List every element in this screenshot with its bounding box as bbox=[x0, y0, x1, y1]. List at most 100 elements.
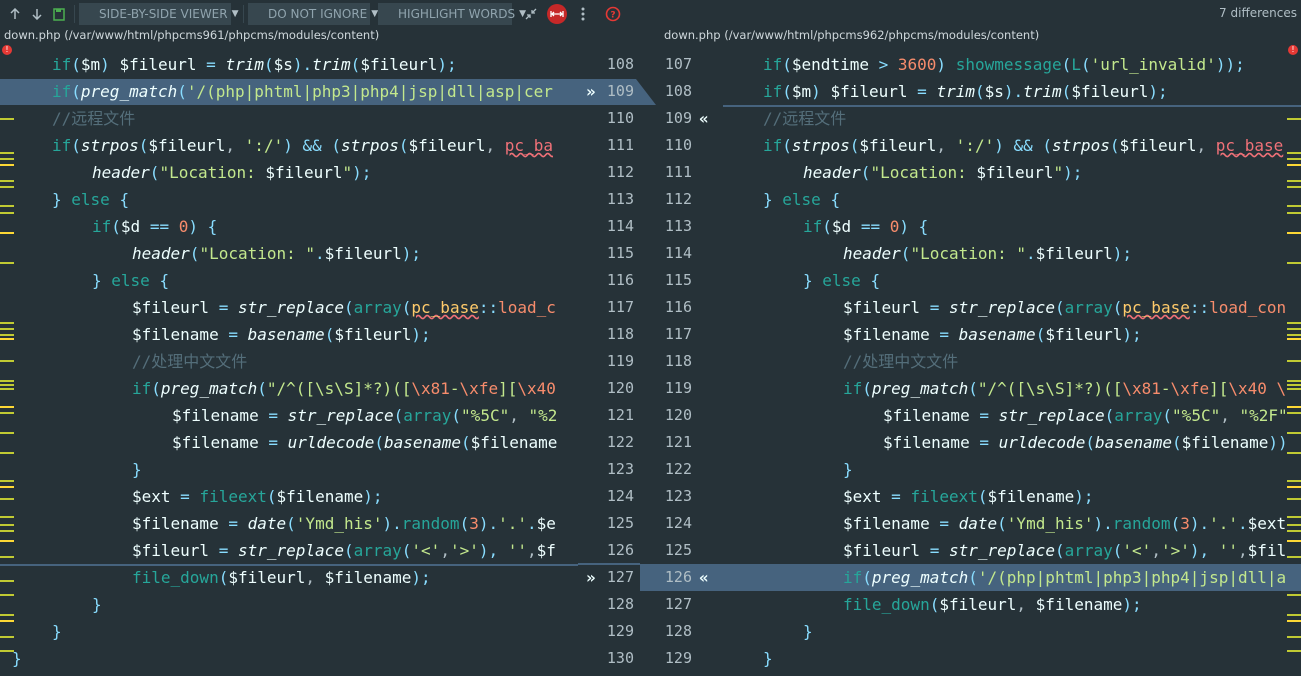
code-line: } bbox=[132, 460, 142, 479]
left-line-number: 129 bbox=[606, 622, 634, 640]
diff-gutter: » » « « 108 109 110 111 112 113 114 115 116 117 11… bbox=[578, 50, 723, 676]
code-line: } bbox=[52, 622, 62, 641]
next-difference-icon[interactable] bbox=[26, 3, 48, 25]
left-line-number: 109 bbox=[606, 82, 634, 100]
right-line-number: 110 bbox=[664, 136, 692, 154]
code-line: $fileurl = str_replace(array(pc_base::lo… bbox=[132, 298, 556, 317]
code-line: if($endtime > 3600) showmessage(L('url_i… bbox=[763, 55, 1245, 74]
code-line: $ext = fileext($filename); bbox=[132, 487, 383, 506]
code-line: } else { bbox=[803, 271, 881, 290]
code-line: if(strpos($fileurl, ':/') && (strpos($fi… bbox=[52, 136, 553, 155]
code-line: } bbox=[843, 460, 853, 479]
right-line-number: 128 bbox=[664, 622, 692, 640]
apply-change-left-icon[interactable]: « bbox=[699, 105, 709, 132]
code-line: $fileurl = str_replace(array(pc_base::lo… bbox=[843, 298, 1287, 317]
left-line-number: 108 bbox=[606, 55, 634, 73]
right-line-number: 115 bbox=[664, 271, 692, 289]
code-line: $fileurl = str_replace(array('<','>'), '… bbox=[843, 541, 1287, 560]
left-line-number: 115 bbox=[606, 244, 634, 262]
code-line: $filename = date('Ymd_his').random(3).'.… bbox=[843, 514, 1287, 533]
right-line-number: 119 bbox=[664, 379, 692, 397]
left-line-number: 130 bbox=[606, 649, 634, 667]
code-line: if($d == 0) { bbox=[803, 217, 929, 236]
code-line: if(preg_match('/(php|phtml|php3|php4|jsp… bbox=[843, 568, 1287, 587]
chevron-down-icon: ▼ bbox=[231, 9, 239, 19]
code-line: $filename = basename($fileurl); bbox=[843, 325, 1142, 344]
sync-scroll-icon[interactable] bbox=[546, 3, 568, 25]
left-line-number: 110 bbox=[606, 109, 634, 127]
code-line: } bbox=[12, 649, 22, 668]
left-line-number: 121 bbox=[606, 406, 634, 424]
toolbar-divider bbox=[243, 5, 244, 23]
right-line-number: 118 bbox=[664, 352, 692, 370]
help-icon[interactable]: ? bbox=[602, 3, 624, 25]
highlight-mode-label: HIGHLIGHT WORDS bbox=[398, 7, 516, 21]
left-line-number: 117 bbox=[606, 298, 634, 316]
apply-change-right-icon[interactable]: » bbox=[586, 564, 596, 591]
toolbar-divider bbox=[74, 5, 75, 23]
ignore-whitespace-dropdown[interactable]: DO NOT IGNORE ▼ bbox=[248, 3, 378, 25]
left-line-number: 111 bbox=[606, 136, 634, 154]
right-line-number: 117 bbox=[664, 325, 692, 343]
code-line: $fileurl = str_replace(array('<','>'), '… bbox=[132, 541, 556, 560]
code-line: //处理中文文件 bbox=[132, 352, 248, 371]
right-line-number: 112 bbox=[664, 190, 692, 208]
code-line: //远程文件 bbox=[52, 109, 136, 128]
apply-change-left-icon[interactable]: « bbox=[699, 564, 709, 591]
collapse-unchanged-icon[interactable] bbox=[520, 3, 542, 25]
code-line: header("Location: ".$fileurl); bbox=[843, 244, 1132, 263]
right-line-number: 127 bbox=[664, 595, 692, 613]
left-line-number: 126 bbox=[606, 541, 634, 559]
left-line-number: 116 bbox=[606, 271, 634, 289]
code-line: if(preg_match('/(php|phtml|php3|php4|jsp… bbox=[52, 82, 553, 101]
left-line-number: 125 bbox=[606, 514, 634, 532]
save-icon[interactable] bbox=[48, 3, 70, 25]
code-line: $filename = basename($fileurl); bbox=[132, 325, 431, 344]
right-line-number: 126 bbox=[664, 568, 692, 586]
left-line-number: 118 bbox=[606, 325, 634, 343]
right-line-number: 107 bbox=[664, 55, 692, 73]
code-line: $filename = date('Ymd_his').random(3).'.… bbox=[132, 514, 556, 533]
right-line-number: 113 bbox=[664, 217, 692, 235]
viewer-mode-dropdown[interactable]: SIDE-BY-SIDE VIEWER ▼ bbox=[79, 3, 239, 25]
code-line: header("Location: $fileurl"); bbox=[803, 163, 1083, 182]
left-line-number: 120 bbox=[606, 379, 634, 397]
code-line: //远程文件 bbox=[763, 109, 847, 128]
code-line: //处理中文文件 bbox=[843, 352, 959, 371]
left-line-number: 113 bbox=[606, 190, 634, 208]
right-line-number: 129 bbox=[664, 649, 692, 667]
code-line: $filename = urldecode(basename($filename bbox=[172, 433, 558, 452]
right-line-number: 109 bbox=[664, 109, 692, 127]
viewer-mode-label: SIDE-BY-SIDE VIEWER bbox=[99, 7, 228, 21]
right-line-number: 116 bbox=[664, 298, 692, 316]
more-options-icon[interactable] bbox=[572, 3, 594, 25]
left-line-number: 119 bbox=[606, 352, 634, 370]
code-line: $filename = str_replace(array("%5C", "%2 bbox=[172, 406, 558, 425]
left-code-pane[interactable]: if($m) $fileurl = trim($s).trim($fileurl… bbox=[0, 50, 578, 676]
left-line-number: 122 bbox=[606, 433, 634, 451]
left-line-number: 124 bbox=[606, 487, 634, 505]
right-line-number: 122 bbox=[664, 460, 692, 478]
code-line: } bbox=[92, 595, 102, 614]
apply-change-right-icon[interactable]: » bbox=[586, 78, 596, 105]
previous-difference-icon[interactable] bbox=[4, 3, 26, 25]
code-line: } bbox=[803, 622, 813, 641]
right-line-number: 121 bbox=[664, 433, 692, 451]
code-line: file_down($fileurl, $filename); bbox=[132, 568, 431, 587]
highlight-mode-dropdown[interactable]: HIGHLIGHT WORDS ▼ bbox=[378, 3, 526, 25]
svg-text:?: ? bbox=[610, 11, 615, 21]
left-line-number: 112 bbox=[606, 163, 634, 181]
code-line: $ext = fileext($filename); bbox=[843, 487, 1094, 506]
diff-toolbar: SIDE-BY-SIDE VIEWER ▼ DO NOT IGNORE ▼ HI… bbox=[0, 0, 1301, 28]
left-line-number: 127 bbox=[606, 568, 634, 586]
right-line-number: 120 bbox=[664, 406, 692, 424]
left-file-path: down.php (/var/www/html/phpcms961/phpcms… bbox=[4, 28, 380, 42]
ignore-whitespace-label: DO NOT IGNORE bbox=[268, 7, 368, 21]
code-line: if(preg_match("/^([\s\S]*?)([\x81-\xfe][… bbox=[132, 379, 556, 398]
code-line: if($m) $fileurl = trim($s).trim($fileurl… bbox=[52, 55, 457, 74]
code-line: } else { bbox=[92, 271, 170, 290]
code-line: } bbox=[763, 649, 773, 668]
right-line-number: 125 bbox=[664, 541, 692, 559]
right-code-pane[interactable]: if($endtime > 3600) showmessage(L('url_i… bbox=[723, 50, 1301, 676]
differences-count: 7 differences bbox=[1219, 6, 1297, 20]
